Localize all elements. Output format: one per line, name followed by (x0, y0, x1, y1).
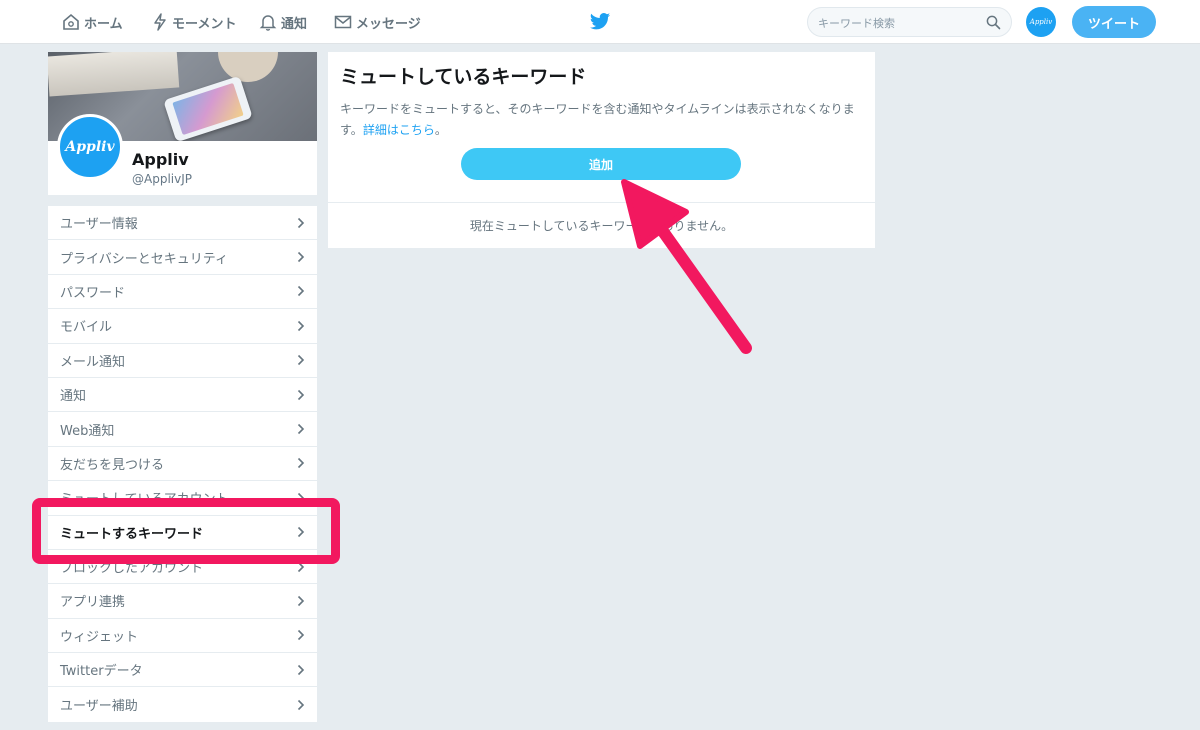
chevron-right-icon (297, 286, 305, 297)
menu-item-label: ミュートしているアカウント (60, 492, 229, 508)
nav-home[interactable]: ホーム (62, 0, 123, 44)
menu-item-muted-keywords[interactable]: ミュートするキーワード (48, 515, 317, 550)
menu-item-label: ブロックしたアカウント (60, 561, 204, 577)
menu-item-label: ミュートするキーワード (60, 526, 204, 542)
nav-home-label: ホーム (84, 16, 123, 32)
profile-card[interactable]: Appliv Appliv @ApplivJP (48, 52, 317, 195)
bell-icon (259, 15, 277, 31)
nav-moments-label: モーメント (172, 16, 237, 32)
profile-name[interactable]: Appliv (132, 150, 189, 169)
top-nav: ホーム モーメント 通知 メッセージ Appliv ツイート (0, 0, 1200, 44)
profile-handle[interactable]: @ApplivJP (132, 172, 192, 186)
menu-item-label: メール通知 (60, 354, 126, 370)
menu-item-label: パスワード (60, 285, 126, 301)
add-keyword-button[interactable]: 追加 (461, 148, 741, 180)
menu-item-label: モバイル (60, 320, 113, 336)
menu-item-label: プライバシーとセキュリティ (60, 251, 228, 267)
search-icon[interactable] (986, 15, 1001, 30)
menu-item-widgets[interactable]: ウィジェット (48, 619, 317, 654)
menu-item-label: ウィジェット (60, 629, 139, 645)
menu-item-label: ユーザー情報 (60, 217, 138, 233)
search-input[interactable] (818, 14, 983, 32)
description-period: 。 (434, 123, 447, 137)
menu-item-label: Twitterデータ (60, 664, 143, 680)
empty-state-message: 現在ミュートしているキーワードはありません。 (469, 219, 734, 233)
chevron-right-icon (297, 252, 305, 263)
twitter-bird-icon[interactable] (589, 12, 611, 32)
nav-messages-label: メッセージ (356, 16, 421, 32)
avatar[interactable]: Appliv (57, 114, 123, 180)
chevron-right-icon (297, 630, 305, 641)
envelope-icon (334, 15, 352, 29)
menu-item-label: アプリ連携 (60, 595, 126, 611)
menu-item-email-notifications[interactable]: メール通知 (48, 344, 317, 378)
chevron-right-icon (297, 699, 305, 710)
lightning-icon (154, 13, 166, 31)
nav-avatar[interactable]: Appliv (1026, 7, 1056, 37)
menu-item-find-friends[interactable]: 友だちを見つける (48, 447, 317, 482)
chevron-right-icon (297, 492, 305, 503)
search-box[interactable] (807, 7, 1012, 37)
description: キーワードをミュートすると、そのキーワードを含む通知やタイムラインは表示されなく… (340, 99, 870, 141)
nav-notifications[interactable]: 通知 (259, 0, 307, 44)
tweet-button[interactable]: ツイート (1072, 6, 1156, 38)
banner-cup (218, 52, 278, 82)
chevron-right-icon (297, 595, 305, 607)
chevron-right-icon (297, 527, 305, 538)
nav-messages[interactable]: メッセージ (334, 0, 421, 44)
menu-item-password[interactable]: パスワード (48, 275, 317, 310)
menu-item-muted-accounts[interactable]: ミュートしているアカウント (48, 481, 317, 516)
banner-paper (48, 52, 180, 97)
menu-item-label: Web通知 (60, 423, 115, 439)
chevron-right-icon (297, 355, 305, 366)
chevron-right-icon (297, 320, 305, 331)
menu-item-blocked-accounts[interactable]: ブロックしたアカウント (48, 550, 317, 585)
menu-item-user-info[interactable]: ユーザー情報 (48, 206, 317, 241)
home-icon (63, 13, 79, 30)
menu-item-twitter-data[interactable]: Twitterデータ (48, 653, 317, 688)
chevron-right-icon (297, 389, 305, 400)
avatar-text: Appliv (65, 139, 115, 155)
page-title: ミュートしているキーワード (340, 66, 587, 88)
chevron-right-icon (297, 217, 305, 228)
muted-keywords-card: ミュートしているキーワード キーワードをミュートすると、そのキーワードを含む通知… (328, 52, 875, 248)
divider (328, 202, 875, 203)
menu-item-web-notifications[interactable]: Web通知 (48, 412, 317, 447)
menu-item-label: 通知 (60, 389, 87, 405)
menu-item-notifications[interactable]: 通知 (48, 378, 317, 413)
settings-menu: ユーザー情報 プライバシーとセキュリティ パスワード モバイル メール通知 通知… (48, 206, 317, 722)
nav-notifications-label: 通知 (281, 16, 308, 32)
chevron-right-icon (297, 458, 305, 469)
menu-item-label: 友だちを見つける (60, 457, 165, 473)
details-link[interactable]: 詳細はこちら (363, 123, 435, 137)
menu-item-mobile[interactable]: モバイル (48, 309, 317, 344)
nav-moments[interactable]: モーメント (152, 0, 236, 44)
chevron-right-icon (297, 664, 305, 675)
menu-item-privacy[interactable]: プライバシーとセキュリティ (48, 240, 317, 275)
menu-item-label: ユーザー補助 (60, 699, 138, 715)
menu-item-apps[interactable]: アプリ連携 (48, 584, 317, 619)
nav-avatar-text: Appliv (1029, 18, 1053, 26)
chevron-right-icon (297, 561, 305, 572)
chevron-right-icon (297, 423, 305, 435)
menu-item-accessibility[interactable]: ユーザー補助 (48, 687, 317, 721)
